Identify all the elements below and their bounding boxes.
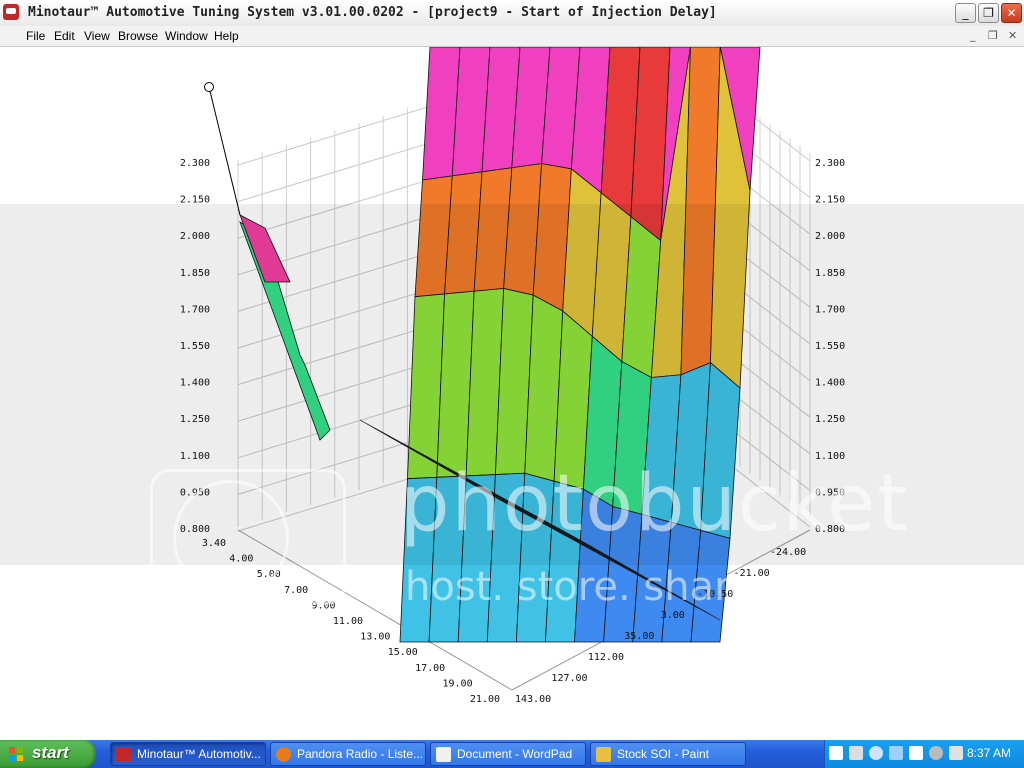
surface-plot[interactable]: 2.300 2.300 2.150 2.150 2.000 2.000 1.850 1.850…: [0, 47, 1024, 740]
menu-browse[interactable]: Browse: [118, 29, 158, 43]
task-label: Minotaur™ Automotiv...: [137, 747, 261, 761]
start-label: start: [32, 743, 69, 762]
z-tick-label-left: 0.950: [180, 487, 210, 498]
mdi-close-button[interactable]: ✕: [1008, 29, 1017, 42]
windows-flag-icon: [9, 747, 23, 761]
x-tick-label: 4.00: [229, 554, 253, 565]
x-tick-label: 15.00: [388, 647, 418, 658]
z-tick-label-right: 1.250: [815, 414, 845, 425]
task-minotaur[interactable]: Minotaur™ Automotiv...: [110, 742, 266, 766]
menu-edit[interactable]: Edit: [54, 29, 75, 43]
z-tick-label-left: 1.250: [180, 414, 210, 425]
probe-line: [208, 86, 241, 216]
y-tick-label: -21.00: [734, 568, 770, 579]
menu-bar: File Edit View Browse Window Help _ ❐ ✕: [0, 26, 1024, 47]
network-icon[interactable]: [869, 746, 883, 760]
z-tick-label-right: 1.400: [815, 378, 845, 389]
y-tick-label: 127.00: [551, 673, 587, 684]
z-tick-label-left: 1.100: [180, 451, 210, 462]
clock: 8:37 AM: [967, 746, 1012, 760]
firefox-icon: [276, 747, 291, 762]
restore-button[interactable]: ❐: [978, 3, 999, 23]
z-tick-label-left: 1.400: [180, 378, 210, 389]
x-tick-label: 17.00: [415, 663, 445, 674]
x-tick-label: 9.00: [312, 600, 336, 611]
y-tick-label: 35.00: [624, 631, 654, 642]
title-bar[interactable]: Minotaur™ Automotive Tuning System v3.01…: [0, 0, 1024, 27]
taskbar: start Minotaur™ Automotiv... Pandora Rad…: [0, 740, 1024, 768]
z-tick-label-left: 1.850: [180, 268, 210, 279]
surface-mesh: [204, 47, 761, 643]
minotaur-app-icon[interactable]: [3, 4, 19, 20]
z-tick-label-right: 1.700: [815, 304, 845, 315]
mdi-restore-button[interactable]: ❐: [988, 29, 998, 42]
z-tick-label-right: 2.000: [815, 231, 845, 242]
task-wordpad[interactable]: Document - WordPad: [430, 742, 586, 766]
surface-plot-area[interactable]: 2.300 2.300 2.150 2.150 2.000 2.000 1.850 1.850…: [0, 47, 1024, 740]
power-icon[interactable]: [929, 746, 943, 760]
y-tick-label: -10.50: [697, 589, 733, 600]
display-icon[interactable]: [889, 746, 903, 760]
wordpad-icon: [436, 747, 451, 762]
y-tick-label: 3.00: [661, 610, 685, 621]
close-button[interactable]: ✕: [1001, 3, 1022, 23]
paint-icon: [596, 747, 611, 762]
z-tick-label-right: 1.550: [815, 341, 845, 352]
z-tick-label-left: 2.150: [180, 195, 210, 206]
fn-key-icon[interactable]: [909, 746, 923, 760]
z-tick-label-right: 0.950: [815, 487, 845, 498]
task-label: Stock SOI - Paint: [617, 747, 710, 761]
z-tick-label-left: 2.300: [180, 158, 210, 169]
x-tick-label: 11.00: [333, 616, 363, 627]
probe-handle: [204, 82, 214, 92]
z-tick-label-left: 2.000: [180, 231, 210, 242]
z-tick-label-left: 0.800: [180, 524, 210, 535]
z-tick-label-left: 1.550: [180, 341, 210, 352]
x-tick-label: 7.00: [284, 585, 308, 596]
z-tick-label-left: 1.700: [180, 304, 210, 315]
minimize-button[interactable]: _: [955, 3, 976, 23]
task-label: Document - WordPad: [457, 747, 573, 761]
connection-icon[interactable]: [949, 746, 963, 760]
x-tick-label: 19.00: [442, 678, 472, 689]
x-tick-label: 13.00: [360, 632, 390, 643]
x-tick-label: 3.40: [202, 538, 226, 549]
menu-view[interactable]: View: [84, 29, 110, 43]
x-tick-label: 21.00: [470, 694, 500, 705]
start-button[interactable]: start: [0, 740, 96, 768]
window-title: Minotaur™ Automotive Tuning System v3.01…: [28, 5, 717, 20]
z-tick-label-right: 2.150: [815, 195, 845, 206]
help-icon[interactable]: [829, 746, 843, 760]
menu-file[interactable]: File: [26, 29, 45, 43]
minotaur-icon: [116, 747, 131, 762]
y-tick-label: 112.00: [588, 652, 624, 663]
menu-help[interactable]: Help: [214, 29, 239, 43]
y-tick-label: 143.00: [515, 694, 551, 705]
task-label: Pandora Radio - Liste...: [297, 747, 424, 761]
z-tick-label-right: 0.800: [815, 524, 845, 535]
mdi-minimize-button[interactable]: _: [970, 29, 976, 42]
task-pandora[interactable]: Pandora Radio - Liste...: [270, 742, 426, 766]
z-tick-label-right: 2.300: [815, 158, 845, 169]
system-tray: 8:37 AM: [824, 740, 1024, 768]
task-paint[interactable]: Stock SOI - Paint: [590, 742, 746, 766]
z-tick-label-right: 1.100: [815, 451, 845, 462]
z-tick-label-right: 1.850: [815, 268, 845, 279]
y-tick-label: -24.00: [770, 547, 806, 558]
menu-window[interactable]: Window: [165, 29, 208, 43]
x-tick-label: 5.00: [257, 569, 281, 580]
volume-icon[interactable]: [849, 746, 863, 760]
